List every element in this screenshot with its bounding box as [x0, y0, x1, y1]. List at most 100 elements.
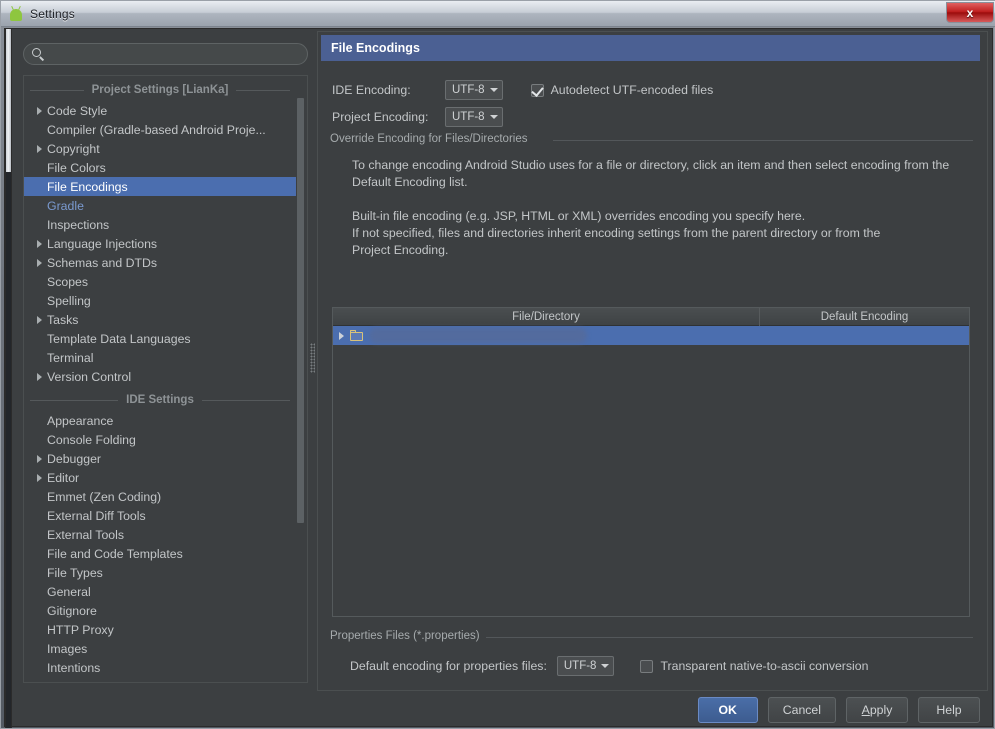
sidebar-item-file-and-code-templates[interactable]: File and Code Templates	[24, 544, 296, 563]
sidebar-item-label: Language Injections	[47, 236, 158, 251]
folder-icon	[350, 330, 363, 341]
expand-arrow-icon[interactable]	[32, 144, 47, 153]
sidebar-item-template-data-languages[interactable]: Template Data Languages	[24, 329, 296, 348]
sidebar-item-label: HTTP Proxy	[47, 622, 114, 637]
apply-mnemonic: A	[861, 702, 870, 717]
expand-arrow-icon[interactable]	[32, 473, 47, 482]
transparent-conversion-checkbox[interactable]	[640, 659, 654, 673]
settings-tree[interactable]: Project Settings [LianKa] Code Style Compi…	[23, 75, 308, 683]
sidebar-scrollbar-thumb[interactable]	[297, 98, 304, 523]
sidebar-item-editor[interactable]: Editor	[24, 468, 296, 487]
sidebar-item-schemas-and-dtds[interactable]: Schemas and DTDs	[24, 253, 296, 272]
android-icon	[8, 5, 24, 22]
project-encoding-select[interactable]: UTF-8	[445, 107, 503, 127]
sidebar-item-code-style[interactable]: Code Style	[24, 101, 296, 120]
ide-encoding-value: UTF-8	[452, 84, 485, 96]
apply-button[interactable]: Apply	[846, 696, 908, 723]
sidebar-item-label: External Tools	[47, 527, 125, 542]
sidebar-item-label: Terminal	[47, 350, 94, 365]
sidebar-item-general[interactable]: General	[24, 582, 296, 601]
sidebar-item-file-types[interactable]: File Types	[24, 563, 296, 582]
sidebar-item-file-encodings[interactable]: File Encodings	[24, 177, 296, 196]
sidebar-item-console-folding[interactable]: Console Folding	[24, 430, 296, 449]
sidebar-item-label: Version Control	[47, 369, 132, 384]
sidebar-item-inspections[interactable]: Inspections	[24, 215, 296, 234]
encodings-table[interactable]: File/Directory Default Encoding	[332, 307, 970, 617]
sidebar-item-label: Spelling	[47, 293, 91, 308]
sidebar-item-scopes[interactable]: Scopes	[24, 272, 296, 291]
sidebar-item-label: File Colors	[47, 160, 106, 175]
sidebar-item-language-injections[interactable]: Language Injections	[24, 234, 296, 253]
sidebar-item-spelling[interactable]: Spelling	[24, 291, 296, 310]
sidebar-item-label: Copyright	[47, 141, 100, 156]
sidebar-item-file-colors[interactable]: File Colors	[24, 158, 296, 177]
page-title: File Encodings	[331, 41, 420, 55]
properties-encoding-label: Default encoding for properties files:	[350, 659, 547, 673]
override-group-title: Override Encoding for Files/Directories	[330, 133, 534, 145]
properties-encoding-value: UTF-8	[563, 660, 597, 672]
expand-arrow-icon[interactable]	[32, 258, 47, 267]
help-button[interactable]: Help	[918, 696, 980, 723]
window-title: Settings	[30, 6, 75, 21]
search-input[interactable]	[50, 46, 297, 62]
override-description-2-line2: If not specified, files and directories …	[352, 226, 881, 240]
table-row[interactable]	[333, 326, 969, 345]
properties-encoding-select[interactable]: UTF-8	[556, 656, 615, 676]
search-box[interactable]	[23, 43, 308, 65]
expand-arrow-icon[interactable]	[32, 454, 47, 463]
cancel-button[interactable]: Cancel	[767, 696, 836, 723]
settings-tree-content: Project Settings [LianKa] Code Style Compi…	[24, 76, 296, 677]
sidebar-item-label: Tasks	[47, 312, 79, 327]
column-header-file-directory[interactable]: File/Directory	[333, 308, 760, 326]
sidebar-item-compiler-gradle-based-android-proje[interactable]: Compiler (Gradle-based Android Proje...	[24, 120, 296, 139]
transparent-checkbox-group[interactable]: Transparent native-to-ascii conversion	[640, 659, 868, 673]
scrollbar-track[interactable]	[6, 172, 11, 728]
sidebar-item-label: General	[47, 584, 91, 599]
group-divider-2	[483, 637, 973, 638]
sidebar-item-http-proxy[interactable]: HTTP Proxy	[24, 620, 296, 639]
expand-arrow-icon[interactable]	[339, 331, 344, 340]
tree-group-header: Project Settings [LianKa]	[24, 79, 296, 101]
ok-button[interactable]: OK	[697, 696, 758, 723]
window-scrollbar[interactable]	[5, 29, 12, 728]
sidebar-item-gradle[interactable]: Gradle	[24, 196, 296, 215]
ide-encoding-label: IDE Encoding:	[332, 83, 411, 97]
expand-arrow-icon[interactable]	[32, 106, 47, 115]
sidebar-item-appearance[interactable]: Appearance	[24, 411, 296, 430]
ide-encoding-select[interactable]: UTF-8	[445, 80, 503, 100]
title-bar[interactable]: Settings x	[1, 1, 995, 27]
close-icon[interactable]: x	[946, 2, 994, 23]
sidebar-item-terminal[interactable]: Terminal	[24, 348, 296, 367]
sidebar-item-external-tools[interactable]: External Tools	[24, 525, 296, 544]
dialog-button-bar: OK Cancel Apply Help	[5, 693, 992, 726]
file-encodings-panel: File Encodings IDE Encoding: UTF-8 Autod…	[317, 31, 988, 691]
sidebar-item-intentions[interactable]: Intentions	[24, 658, 296, 677]
settings-sidebar: Project Settings [LianKa] Code Style Compi…	[13, 31, 310, 691]
expand-arrow-icon[interactable]	[32, 239, 47, 248]
sidebar-item-copyright[interactable]: Copyright	[24, 139, 296, 158]
sidebar-item-label: Template Data Languages	[47, 331, 191, 346]
expand-arrow-icon[interactable]	[32, 315, 47, 324]
autodetect-checkbox-group[interactable]: Autodetect UTF-encoded files	[530, 83, 713, 97]
sidebar-item-label: Editor	[47, 470, 80, 485]
sidebar-item-emmet-zen-coding[interactable]: Emmet (Zen Coding)	[24, 487, 296, 506]
sidebar-item-external-diff-tools[interactable]: External Diff Tools	[24, 506, 296, 525]
panel-splitter[interactable]	[308, 31, 317, 691]
sidebar-item-tasks[interactable]: Tasks	[24, 310, 296, 329]
sidebar-item-label: Gradle	[47, 198, 84, 213]
autodetect-checkbox[interactable]	[530, 83, 544, 97]
tree-group-label: IDE Settings	[118, 394, 202, 406]
sidebar-item-label: Schemas and DTDs	[47, 255, 158, 270]
sidebar-item-version-control[interactable]: Version Control	[24, 367, 296, 386]
scrollbar-thumb[interactable]	[6, 29, 11, 172]
chevron-down-icon	[489, 88, 498, 92]
column-header-default-encoding[interactable]: Default Encoding	[760, 308, 969, 326]
expand-arrow-icon[interactable]	[32, 372, 47, 381]
sidebar-scrollbar[interactable]	[296, 78, 305, 682]
sidebar-item-label: File Types	[47, 565, 103, 580]
sidebar-item-images[interactable]: Images	[24, 639, 296, 658]
sidebar-item-gitignore[interactable]: Gitignore	[24, 601, 296, 620]
sidebar-item-label: File Encodings	[47, 179, 128, 194]
sidebar-item-debugger[interactable]: Debugger	[24, 449, 296, 468]
chevron-down-icon	[489, 115, 498, 119]
